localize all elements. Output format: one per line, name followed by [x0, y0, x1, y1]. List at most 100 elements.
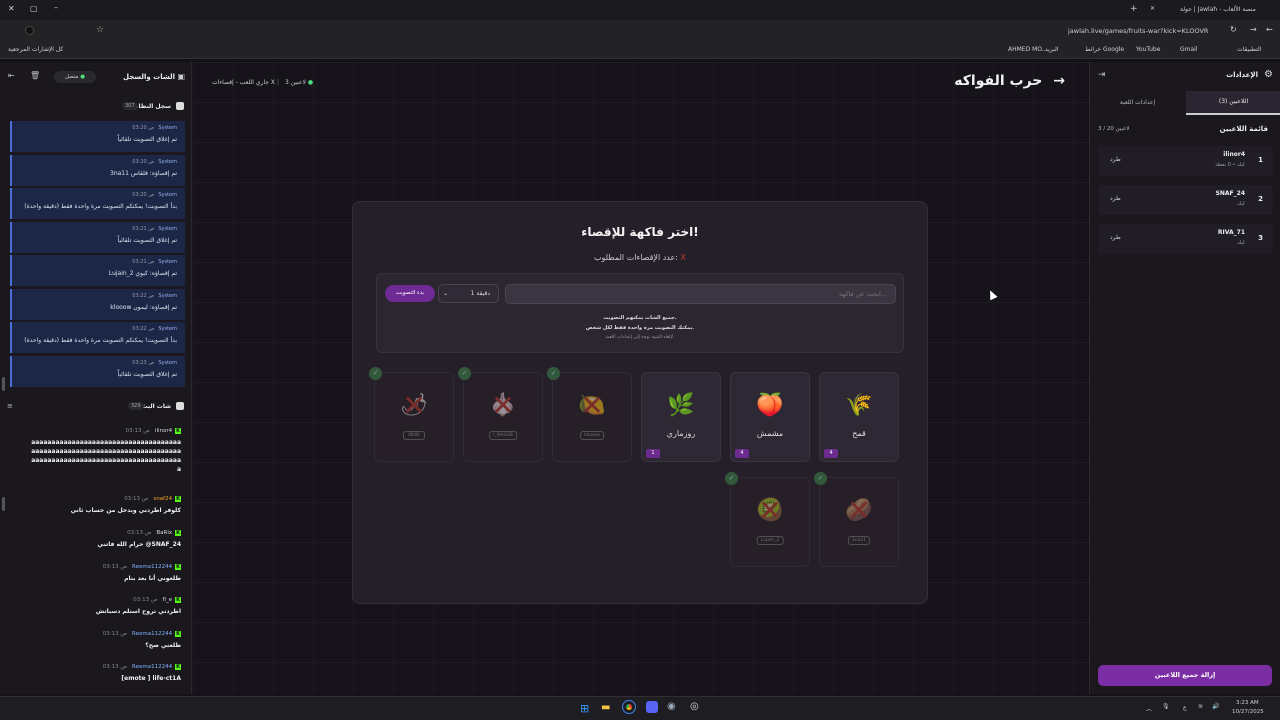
chat-text: طلعوني أنا بعد بنام: [124, 575, 181, 582]
system-log-item: 03:20 ص System تم إغلاق التصويت تلقائياً: [10, 121, 185, 152]
fruit-search-input[interactable]: [505, 284, 896, 304]
back-icon[interactable]: ←: [1266, 25, 1273, 34]
chat-username[interactable]: BaRix: [156, 530, 172, 536]
fruit-card: 🥝 ✕ Lujain_2 ✓: [725, 472, 810, 567]
chat-message-meta: 03:13 ص Reema112244 K: [9, 664, 181, 670]
log-meta: 03:20 ص System: [132, 159, 177, 165]
tab-game-settings[interactable]: إعدادات اللعبة: [1090, 91, 1185, 115]
collapse-panel-icon[interactable]: ⇤: [8, 71, 15, 80]
vote-controls: ⌄ 1 دقيقة بدء التصويت جميع الشات يمكنهم …: [376, 273, 904, 353]
fruit-card[interactable]: 🌿 روزماري 1: [641, 372, 721, 462]
log-source: System: [158, 192, 177, 198]
chat-username[interactable]: Reema112244: [132, 664, 172, 670]
window-close-icon[interactable]: ✕: [8, 4, 15, 13]
chat-username[interactable]: Reema112244: [132, 631, 172, 637]
chat-message-meta: 03:13 ص Reema112244 K: [9, 631, 181, 637]
log-source: System: [158, 292, 177, 299]
chat-username[interactable]: Reema112244: [132, 564, 172, 570]
clock-date[interactable]: 10/27/2025: [1232, 709, 1264, 715]
volume-icon[interactable]: 🔊: [1212, 703, 1219, 710]
check-icon: ✓: [814, 472, 827, 485]
new-tab-icon[interactable]: +: [1130, 4, 1138, 14]
fruit-card[interactable]: 🌾 قمح 4: [819, 372, 899, 462]
live-chat-count: 329: [128, 402, 144, 410]
profile-avatar[interactable]: [25, 26, 34, 35]
arrow-right-icon[interactable]: →: [1053, 73, 1065, 89]
fruit-card: 🌶 ✕ lllllllll ✓: [369, 367, 454, 462]
player-row: 3 RIVA_71 كيك طرد: [1098, 224, 1273, 254]
eliminated-player-tag: 3na11: [847, 536, 871, 545]
player-platform: كيك • 0 نقطة: [1215, 162, 1245, 168]
start-vote-button[interactable]: بدء التصويت: [385, 285, 435, 302]
log-scrollbar[interactable]: [2, 377, 5, 391]
bookmark-gmail[interactable]: Gmail: [1180, 46, 1198, 53]
chrome-icon[interactable]: [622, 700, 636, 714]
log-time: 03:22 ص: [132, 326, 155, 332]
vote-count-badge: 4: [735, 449, 749, 458]
system-log-item: 03:23 ص System تم إغلاق التصويت تلقائياً: [10, 355, 185, 387]
kick-badge-icon: K: [175, 428, 181, 434]
chat-scrollbar[interactable]: [2, 497, 5, 511]
system-log-item: 03:20 ص System 3na11 تم إقصاؤه: قلقاس: [10, 154, 185, 186]
eliminated-player-tag: klooow: [580, 431, 604, 440]
bookmark-ahmed[interactable]: AHMED MO...: [1008, 46, 1048, 53]
active-tab-title[interactable]: جولة | Jawlah - منصة الألعاب: [1180, 6, 1256, 13]
window-maximize-icon[interactable]: ▢: [30, 4, 38, 13]
fruit-card: 🍋 ✕ klooow ✓: [547, 367, 632, 462]
log-message: تم إغلاق التصويت تلقائياً: [117, 136, 177, 143]
log-message: Lujain_2 تم إقصاؤه: كيوي: [108, 270, 177, 277]
settings-panel: الإعدادات ⚙ ⇥ اللاعبين (3) إعدادات اللعب…: [1089, 62, 1280, 694]
mic-icon[interactable]: 🎙: [1162, 703, 1170, 710]
player-list-count: 3 / 20 لاعبين: [1098, 126, 1130, 132]
url-field[interactable]: jawlah.live/games/fruits-war?kick=KLOOVR: [1068, 27, 1208, 35]
log-meta: 03:22 ص System: [132, 326, 177, 332]
trash-icon[interactable]: 🗑: [30, 71, 40, 80]
clock-time[interactable]: 3:23 AM: [1236, 700, 1259, 706]
chat-username[interactable]: snaf24: [153, 496, 172, 502]
tab-close-icon[interactable]: ✕: [1150, 5, 1155, 12]
check-icon: ✓: [369, 367, 382, 380]
eliminated-x-icon: ✕: [847, 494, 871, 527]
list-icon[interactable]: ≡: [7, 402, 13, 410]
remove-all-players-button[interactable]: إزالة جميع اللاعبين: [1098, 665, 1272, 686]
language-indicator[interactable]: ع: [1183, 704, 1187, 711]
chevron-down-icon: ⌄: [443, 290, 449, 297]
kick-player-button[interactable]: طرد: [1110, 156, 1121, 163]
taskbar: ⊞ ▬ ◉ ◎ ︿ 🎙 ع ≋ 🔊 3:23 AM 10/27/2025: [0, 696, 1280, 720]
fruit-card[interactable]: 🍑 مشمش 4: [730, 372, 810, 462]
fruit-name: قمح: [852, 429, 866, 438]
steam-icon[interactable]: ◉: [667, 701, 676, 712]
duration-select[interactable]: ⌄ 1 دقيقة: [438, 284, 499, 303]
windows-start-icon[interactable]: ⊞: [580, 702, 589, 715]
card-title: اختر فاكهة للإقصاء!: [581, 225, 699, 239]
kick-player-button[interactable]: طرد: [1110, 195, 1121, 202]
bookmark-youtube[interactable]: YouTube: [1136, 46, 1160, 53]
app-icon[interactable]: ◎: [690, 701, 699, 712]
wifi-icon[interactable]: ≋: [1198, 703, 1203, 710]
log-message: بدأ التصويت! يمكنكم التصويت مرة واحدة فق…: [24, 337, 177, 344]
file-explorer-icon[interactable]: ▬: [601, 702, 610, 713]
bookmark-maps[interactable]: خرائط Google: [1085, 46, 1124, 53]
chat-username[interactable]: fl_e: [163, 597, 173, 603]
reload-icon[interactable]: ↻: [1230, 25, 1237, 34]
expand-panel-icon[interactable]: ⇥: [1098, 70, 1106, 80]
discord-icon[interactable]: [646, 701, 658, 713]
bookmark-apps[interactable]: التطبيقات: [1237, 46, 1261, 53]
kick-player-button[interactable]: طرد: [1110, 234, 1121, 241]
player-platform: كيك: [1236, 201, 1245, 207]
gear-icon: ⚙: [1264, 69, 1273, 80]
chat-username[interactable]: ilinor4: [155, 428, 172, 434]
all-bookmarks[interactable]: كل الإشارات المرجعية: [8, 46, 63, 53]
chat-text: aaaaaaaaaaaaaaaaaaaaaaaaaaaaaaaaaaaaa: [31, 457, 181, 464]
star-icon[interactable]: ☆: [96, 25, 104, 35]
tray-chevron-icon[interactable]: ︿: [1146, 704, 1152, 713]
chat-message: 03:13 ص Reema112244 K طلعني صح؟: [9, 631, 181, 649]
required-eliminations: عدد الإقصاءات المطلوب: X: [593, 253, 686, 262]
chat-text: اطردني نروح استلم دسباتش: [95, 608, 181, 615]
forward-icon[interactable]: →: [1250, 25, 1257, 34]
tab-players[interactable]: اللاعبين (3): [1186, 91, 1280, 115]
chat-text: aaaaaaaaaaaaaaaaaaaaaaaaaaaaaaaaaaaaa: [31, 439, 181, 446]
window-minimize-icon[interactable]: –: [54, 3, 58, 12]
log-source: System: [158, 125, 177, 131]
kick-badge-icon: K: [175, 597, 181, 603]
